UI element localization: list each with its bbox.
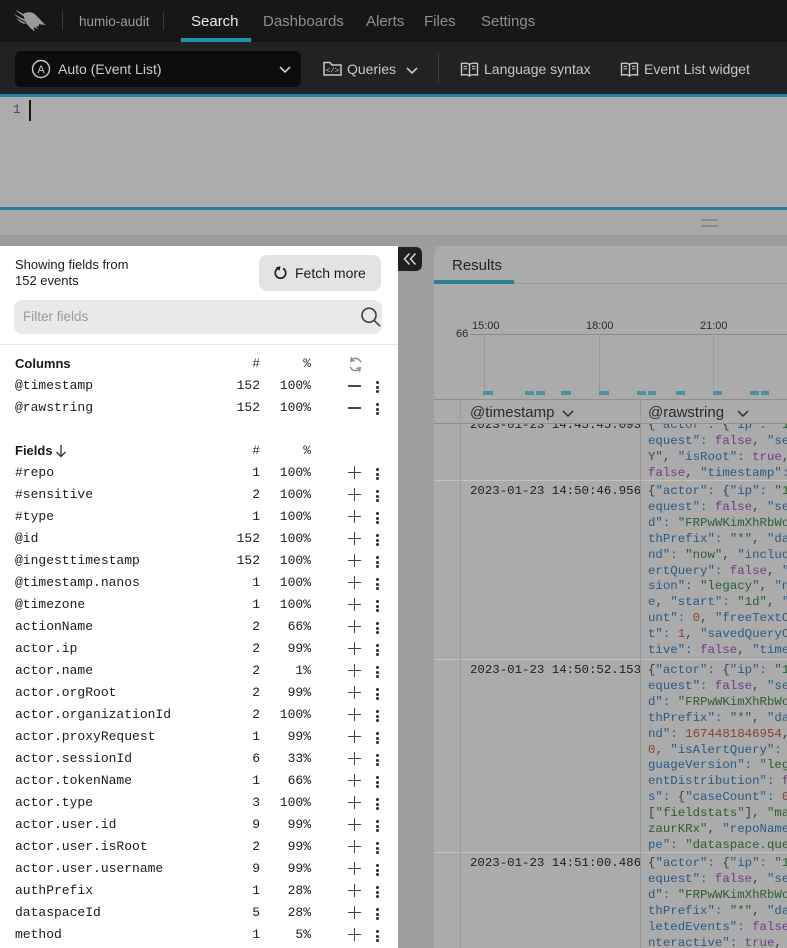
svg-text:</>: </> (326, 68, 340, 76)
svg-text:A: A (37, 64, 45, 76)
